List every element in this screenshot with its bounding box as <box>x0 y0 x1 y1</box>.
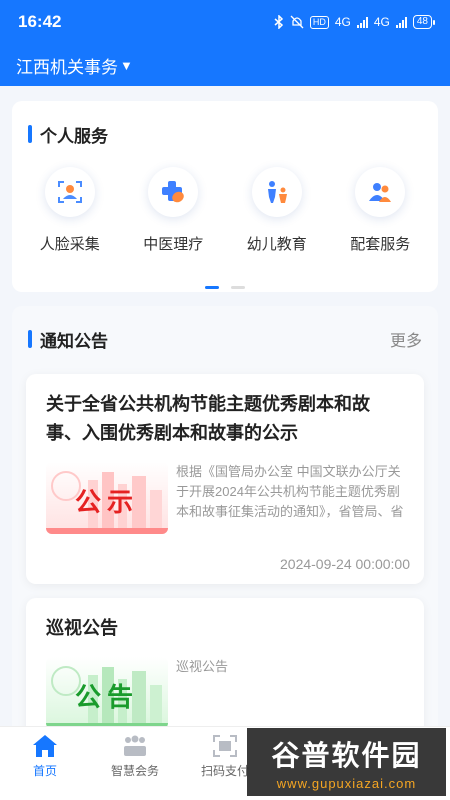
status-time: 16:42 <box>18 12 62 31</box>
page-dot-active <box>205 286 219 289</box>
personal-services-header: 个人服务 <box>12 101 438 167</box>
notice-body: 公示 根据《国管局办公室 中国文联办公厅关于开展2024年公共机构节能主题优秀剧… <box>26 448 424 534</box>
face-capture-icon <box>44 167 95 217</box>
network-type-1: 4G <box>334 15 351 29</box>
home-icon <box>33 735 57 757</box>
battery-icon: 48 <box>412 15 436 29</box>
tab-smart-meeting[interactable]: 智慧会务 <box>90 727 180 800</box>
tcm-therapy-icon <box>148 167 199 217</box>
thumb-text: 公示 <box>74 487 139 517</box>
watermark-url: www.gupuxiazai.com <box>276 775 417 791</box>
notice-item[interactable]: 关于全省公共机构节能主题优秀剧本和故事、入围优秀剧本和故事的公示 公示 根据《国… <box>26 374 424 584</box>
app-header: 16:42 HD 4G 4G 48 江西机关事务 ▼ <box>0 0 450 86</box>
service-label: 配套服务 <box>350 236 411 253</box>
caret-down-icon: ▼ <box>120 57 133 73</box>
service-label: 人脸采集 <box>39 236 100 253</box>
notice-title: 关于全省公共机构节能主题优秀剧本和故事、入围优秀剧本和故事的公示 <box>46 394 370 443</box>
scan-pay-icon <box>213 735 237 757</box>
notice-thumbnail: 公告 <box>46 657 168 729</box>
notice-body: 公告 巡视公告 <box>26 643 424 729</box>
service-tcm-therapy[interactable]: 中医理疗 <box>125 167 221 254</box>
page-dot <box>231 286 245 289</box>
notice-title: 巡视公告 <box>46 618 118 638</box>
signal-icon <box>356 16 368 28</box>
tab-label: 扫码支付 <box>200 764 249 778</box>
meeting-icon <box>124 735 146 756</box>
notices-header: 通知公告 更多 <box>12 306 438 372</box>
child-education-icon <box>251 167 302 217</box>
service-support[interactable]: 配套服务 <box>332 167 428 254</box>
org-selector[interactable]: 江西机关事务 ▼ <box>0 44 450 86</box>
support-services-icon <box>355 167 406 217</box>
more-link[interactable]: 更多 <box>390 327 422 351</box>
thumb-text: 公告 <box>74 682 139 712</box>
section-title: 个人服务 <box>40 126 108 146</box>
status-bar: 16:42 HD 4G 4G 48 <box>0 0 450 44</box>
service-label: 中医理疗 <box>143 236 204 253</box>
notice-excerpt: 巡视公告 <box>176 659 229 674</box>
page-indicator <box>12 286 438 289</box>
network-type-2: 4G <box>373 15 390 29</box>
bluetooth-icon <box>274 15 283 29</box>
notice-thumbnail: 公示 <box>46 462 168 534</box>
tab-label: 智慧会务 <box>110 764 159 778</box>
bell-muted-icon <box>290 15 304 29</box>
hd-icon: HD <box>309 15 329 29</box>
tab-home[interactable]: 首页 <box>0 727 90 800</box>
section-title: 通知公告 <box>40 331 108 351</box>
site-watermark: 谷普软件园 www.gupuxiazai.com <box>247 728 446 796</box>
service-grid: 人脸采集 中医理疗 幼儿教育 配套服务 <box>12 167 438 254</box>
tab-label: 首页 <box>32 764 57 778</box>
watermark-text: 谷普软件园 <box>271 739 422 771</box>
thumb-base <box>46 528 168 534</box>
service-label: 幼儿教育 <box>246 236 307 253</box>
notice-date: 2024-09-24 00:00:00 <box>280 556 410 572</box>
signal-icon-2 <box>395 16 407 28</box>
notice-excerpt: 根据《国管局办公室 中国文联办公厅关于开展2024年公共机构节能主题优秀剧本和故… <box>176 464 404 519</box>
org-name: 江西机关事务 <box>16 57 118 77</box>
section-accent-bar <box>28 125 32 143</box>
status-icons: HD 4G 4G 48 <box>274 15 436 29</box>
personal-services-card: 个人服务 人脸采集 中医理疗 幼儿教育 配套服务 <box>12 101 438 292</box>
service-child-education[interactable]: 幼儿教育 <box>229 167 325 254</box>
section-accent-bar <box>28 330 32 348</box>
service-face-capture[interactable]: 人脸采集 <box>22 167 118 254</box>
